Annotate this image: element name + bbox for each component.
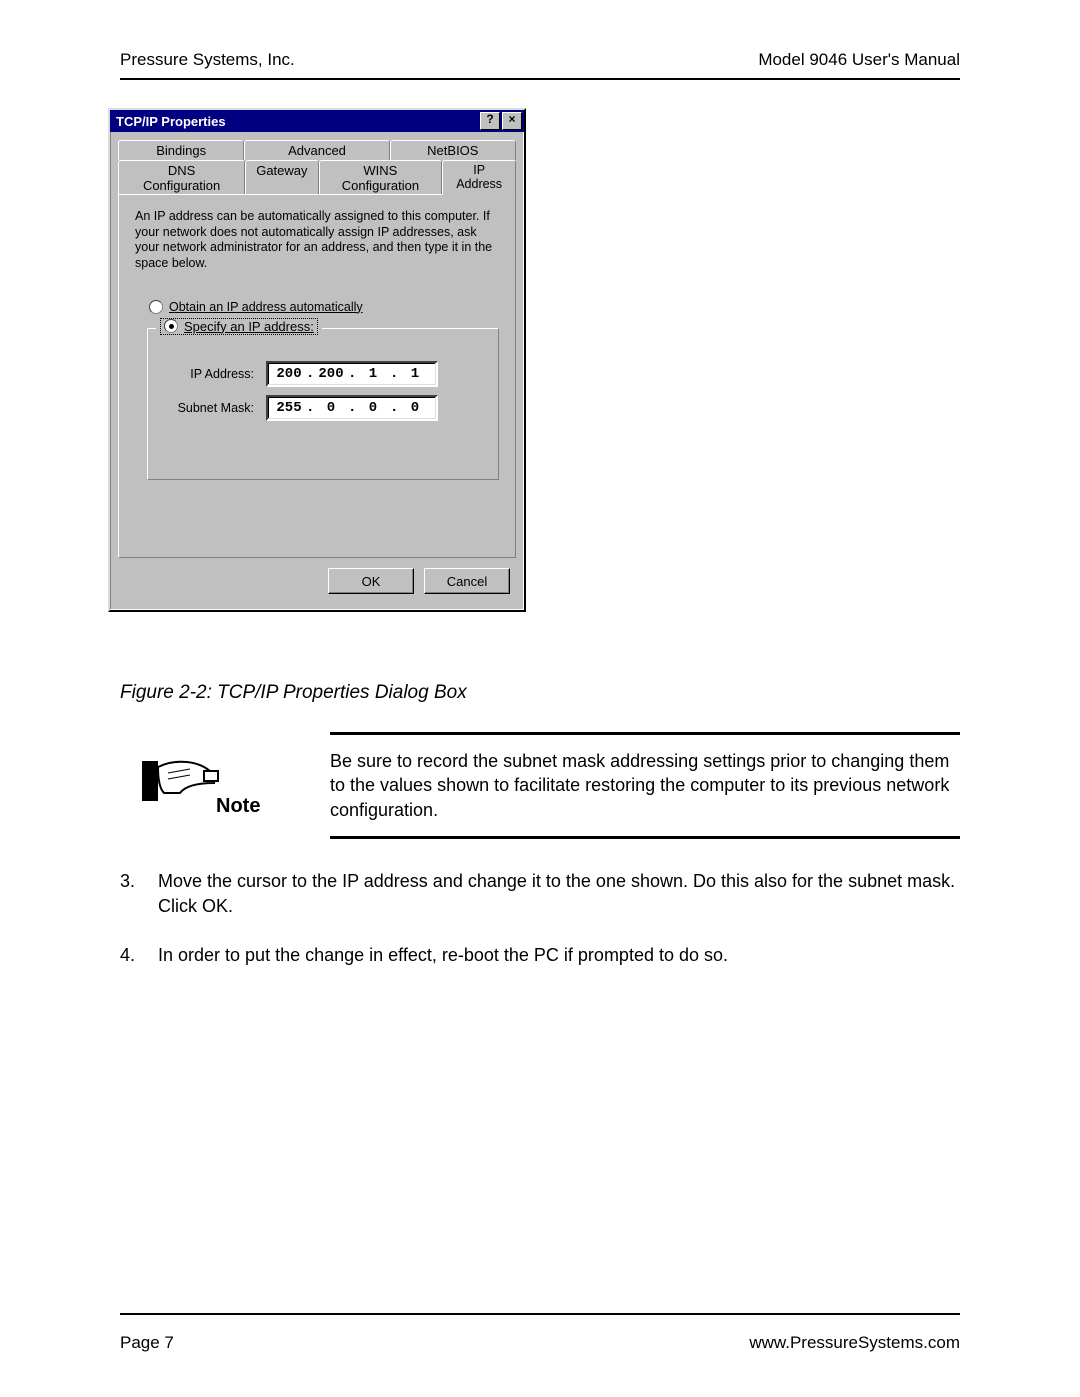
- ip-address-input[interactable]: 200. 200. 1. 1: [266, 361, 438, 387]
- tab-ip-address[interactable]: IP Address: [442, 160, 516, 195]
- header-company: Pressure Systems, Inc.: [120, 50, 295, 70]
- ip-intro-text: An IP address can be automatically assig…: [135, 209, 499, 272]
- step-4: 4. In order to put the change in effect,…: [120, 943, 960, 968]
- page-footer: Page 7 www.PressureSystems.com: [120, 1313, 960, 1353]
- tab-strip: Bindings Advanced NetBIOS DNS Configurat…: [118, 140, 516, 195]
- radio-obtain-auto[interactable]: Obtain an IP address automatically: [149, 300, 499, 314]
- tab-bindings[interactable]: Bindings: [118, 140, 244, 160]
- tab-wins-configuration[interactable]: WINS Configuration: [319, 160, 443, 195]
- radio-icon: [164, 319, 178, 333]
- dialog-title: TCP/IP Properties: [116, 114, 480, 129]
- step-text: In order to put the change in effect, re…: [158, 943, 960, 968]
- tab-dns-configuration[interactable]: DNS Configuration: [118, 160, 245, 195]
- radio-specify-address-label: Specify an IP address:: [184, 319, 314, 334]
- pointing-hand-icon: [140, 753, 220, 815]
- close-icon[interactable]: ×: [502, 112, 522, 130]
- ok-button[interactable]: OK: [328, 568, 414, 594]
- cancel-button[interactable]: Cancel: [424, 568, 510, 594]
- page-header: Pressure Systems, Inc. Model 9046 User's…: [120, 50, 960, 80]
- tcpip-properties-dialog: TCP/IP Properties ? × Bindings Advanced …: [108, 108, 526, 612]
- note-block: Note Be sure to record the subnet mask a…: [330, 732, 960, 839]
- step-3: 3. Move the cursor to the IP address and…: [120, 869, 960, 919]
- subnet-mask-label: Subnet Mask:: [162, 401, 254, 415]
- step-number: 3.: [120, 869, 158, 919]
- tab-netbios[interactable]: NetBIOS: [390, 140, 516, 160]
- subnet-mask-input[interactable]: 255. 0. 0. 0: [266, 395, 438, 421]
- specify-address-group: Specify an IP address: IP Address: 200. …: [147, 320, 499, 480]
- step-number: 4.: [120, 943, 158, 968]
- instruction-steps: 3. Move the cursor to the IP address and…: [120, 869, 960, 969]
- header-model: Model 9046 User's Manual: [758, 50, 960, 70]
- step-text: Move the cursor to the IP address and ch…: [158, 869, 960, 919]
- manual-page: Pressure Systems, Inc. Model 9046 User's…: [0, 0, 1080, 1397]
- radio-obtain-auto-label: Obtain an IP address automatically: [169, 300, 363, 314]
- note-text: Be sure to record the subnet mask addres…: [330, 751, 949, 820]
- tab-advanced[interactable]: Advanced: [244, 140, 389, 160]
- note-label: Note: [216, 793, 260, 820]
- dialog-titlebar: TCP/IP Properties ? ×: [110, 110, 524, 132]
- page-number: Page 7: [120, 1333, 174, 1353]
- tab-gateway[interactable]: Gateway: [245, 160, 318, 195]
- figure-caption: Figure 2-2: TCP/IP Properties Dialog Box: [120, 682, 960, 704]
- footer-url: www.PressureSystems.com: [749, 1333, 960, 1353]
- tcpip-dialog-figure: TCP/IP Properties ? × Bindings Advanced …: [108, 108, 526, 612]
- radio-specify-address[interactable]: Specify an IP address:: [160, 318, 318, 335]
- ip-address-label: IP Address:: [162, 367, 254, 381]
- ip-address-panel: An IP address can be automatically assig…: [118, 194, 516, 558]
- radio-icon: [149, 300, 163, 314]
- help-icon[interactable]: ?: [480, 112, 500, 130]
